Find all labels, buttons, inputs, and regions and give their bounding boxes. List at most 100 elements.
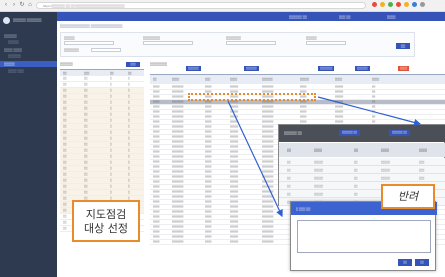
sidebar-item[interactable]: ▒▒▒▒ ▒▒▒▒ bbox=[4, 48, 22, 52]
address-bar[interactable]: https://▒▒▒▒▒▒.▒▒.▒▒/▒▒▒▒▒▒▒▒▒▒▒▒▒▒▒▒▒▒▒… bbox=[36, 2, 366, 9]
table-cell: ▒▒▒▒▒ bbox=[230, 186, 239, 188]
modal-action-button[interactable]: ▒▒▒▒▒▒ ▒▒ bbox=[389, 130, 410, 136]
table-cell: ▒▒▒▒ bbox=[153, 171, 160, 173]
sidebar-item-active[interactable]: ▒▒▒▒▒ bbox=[0, 61, 57, 67]
table-cell: ▒▒▒▒▒ bbox=[230, 131, 239, 133]
table-cell: ▒▒ bbox=[84, 155, 88, 158]
table-cell: ▒▒ bbox=[63, 179, 67, 182]
table-cell: ▒ bbox=[110, 185, 112, 188]
filter-select[interactable] bbox=[91, 48, 121, 52]
table-cell: ▒▒ bbox=[63, 227, 67, 230]
extension-icon[interactable] bbox=[412, 2, 417, 7]
topbar-link[interactable]: ▒▒▒▒ bbox=[387, 15, 396, 19]
modal-action-button[interactable]: ▒▒▒▒▒▒ ▒▒ bbox=[339, 130, 360, 136]
column-header: ▒▒ bbox=[287, 148, 291, 152]
table-cell: ▒▒▒▒▒ bbox=[230, 236, 239, 238]
table-cell: ▒ bbox=[128, 143, 130, 146]
table-cell: ▒▒ bbox=[84, 143, 88, 146]
column-header[interactable]: ▒▒ bbox=[128, 72, 132, 75]
table-cell: ▒▒▒▒▒ bbox=[335, 101, 344, 103]
filter-input[interactable] bbox=[143, 41, 193, 45]
column-header[interactable]: ▒▒ bbox=[63, 72, 67, 75]
table-cell: ▒▒▒▒▒ bbox=[230, 166, 239, 168]
reload-icon[interactable]: ↻ bbox=[19, 2, 25, 9]
topbar-link[interactable]: ▒▒▒▒▒▒ ▒▒ bbox=[289, 15, 307, 19]
table-cell: ▒▒ bbox=[84, 185, 88, 188]
table-cell: ▒▒ bbox=[84, 191, 88, 194]
column-header[interactable]: ▒▒▒▒▒▒ bbox=[262, 78, 273, 81]
modal-table-row[interactable]: ▒▒▒▒▒▒▒▒▒▒▒▒▒▒▒▒▒ bbox=[279, 166, 445, 174]
column-header[interactable]: ▒▒▒ bbox=[84, 72, 89, 75]
topbar-link[interactable]: ▒▒▒ ▒▒ bbox=[339, 15, 350, 19]
extension-icon[interactable] bbox=[380, 2, 385, 7]
action-button[interactable]: ▒▒▒▒▒▒ bbox=[186, 66, 201, 71]
table-cell: ▒▒▒▒▒ bbox=[230, 241, 239, 243]
table-cell: ▒▒▒▒ bbox=[205, 106, 212, 108]
table-cell: ▒▒▒▒▒ bbox=[230, 191, 239, 193]
column-header[interactable]: ▒▒ bbox=[110, 72, 114, 75]
extension-icon[interactable] bbox=[404, 2, 409, 7]
extension-icon[interactable] bbox=[396, 2, 401, 7]
sidebar-subitem[interactable]: ▒▒▒▒ ▒▒▒ bbox=[8, 69, 24, 73]
table-cell: ▒▒▒▒ bbox=[205, 196, 212, 198]
table-cell: ▒▒▒▒▒ bbox=[314, 177, 323, 180]
table-cell: ▒▒▒▒ bbox=[153, 236, 160, 238]
sidebar-subitem[interactable]: ▒▒▒▒▒▒ bbox=[8, 54, 21, 58]
column-header[interactable]: ▒▒▒▒▒ bbox=[300, 78, 309, 81]
menu-icon[interactable] bbox=[420, 2, 425, 7]
sidebar-item[interactable]: ▒▒▒▒▒▒ bbox=[4, 34, 17, 38]
table-cell: ▒▒▒ bbox=[419, 169, 425, 172]
sidebar-subitem[interactable]: ▒▒▒▒▒ bbox=[8, 40, 19, 44]
table-cell: ▒▒ bbox=[63, 83, 67, 86]
action-button[interactable]: ▒▒▒▒▒▒▒ bbox=[318, 66, 335, 71]
table-cell: ▒ bbox=[128, 173, 130, 176]
column-header[interactable]: ▒▒▒▒ bbox=[372, 78, 379, 81]
table-cell: ▒▒▒▒▒ bbox=[230, 116, 239, 118]
table-cell: ▒▒▒▒▒ bbox=[230, 221, 239, 223]
table-cell: ▒▒▒▒▒▒▒ bbox=[172, 161, 184, 163]
table-cell: ▒▒▒▒▒ bbox=[314, 161, 323, 164]
table-cell: ▒▒▒▒▒ bbox=[230, 231, 239, 233]
table-cell: ▒▒ bbox=[63, 89, 67, 92]
table-cell: ▒▒▒ bbox=[419, 161, 425, 164]
table-cell: ▒▒▒▒ bbox=[153, 126, 160, 128]
extension-icon[interactable] bbox=[372, 2, 377, 7]
table-cell: ▒▒▒▒ bbox=[205, 236, 212, 238]
column-header[interactable]: ▒▒▒▒ bbox=[335, 78, 342, 81]
cancel-button[interactable]: ▒▒ bbox=[415, 259, 429, 266]
table-cell: ▒▒▒▒ bbox=[153, 121, 160, 123]
column-header[interactable]: ▒▒▒▒ bbox=[230, 78, 237, 81]
modal-table-row[interactable]: ▒▒▒▒▒▒▒▒▒▒▒▒▒▒▒▒▒ bbox=[279, 174, 445, 182]
back-icon[interactable]: ‹ bbox=[3, 2, 9, 9]
table-cell: ▒▒▒▒ bbox=[205, 86, 212, 88]
filter-input[interactable] bbox=[64, 41, 114, 45]
excel-button[interactable]: ▒▒▒▒ bbox=[398, 66, 410, 71]
table-cell: ▒▒▒▒▒ bbox=[230, 206, 239, 208]
table-cell: ▒▒ bbox=[63, 155, 67, 158]
home-icon[interactable]: ⌂ bbox=[27, 2, 33, 9]
extension-icon[interactable] bbox=[388, 2, 393, 7]
forward-icon[interactable]: › bbox=[11, 2, 17, 9]
filter-input[interactable] bbox=[306, 41, 346, 45]
reject-reason-textarea[interactable] bbox=[297, 220, 431, 253]
column-header[interactable]: ▒▒▒▒ bbox=[172, 78, 179, 81]
table-cell: ▒▒▒▒▒ bbox=[314, 185, 323, 188]
filter-input[interactable] bbox=[226, 41, 276, 45]
action-button[interactable]: ▒▒▒▒▒▒ bbox=[244, 66, 259, 71]
table-cell: ▒▒ bbox=[63, 185, 67, 188]
modal-table-row[interactable]: ▒▒▒▒▒▒▒▒▒▒▒▒▒▒▒▒▒ bbox=[279, 158, 445, 166]
table-cell: ▒ bbox=[128, 167, 130, 170]
table-cell: ▒▒ bbox=[372, 121, 376, 123]
table-cell: ▒▒ bbox=[84, 101, 88, 104]
table-cell: ▒▒ bbox=[84, 167, 88, 170]
table-cell: ▒ bbox=[110, 119, 112, 122]
logo[interactable]: ▒▒▒▒▒▒ ▒▒▒▒▒▒▒ bbox=[3, 15, 54, 27]
table-cell: ▒▒▒▒ bbox=[205, 171, 212, 173]
column-header[interactable]: ▒▒ bbox=[153, 78, 157, 81]
confirm-button[interactable]: ▒▒ bbox=[398, 259, 412, 266]
search-button[interactable]: ▒▒ bbox=[396, 43, 410, 49]
select-button[interactable]: ▒▒▒ bbox=[126, 62, 140, 67]
action-button[interactable]: ▒▒▒▒▒▒ bbox=[355, 66, 370, 71]
column-header[interactable]: ▒▒▒ bbox=[205, 78, 210, 81]
table-cell: ▒▒▒▒▒▒▒ bbox=[262, 151, 274, 153]
